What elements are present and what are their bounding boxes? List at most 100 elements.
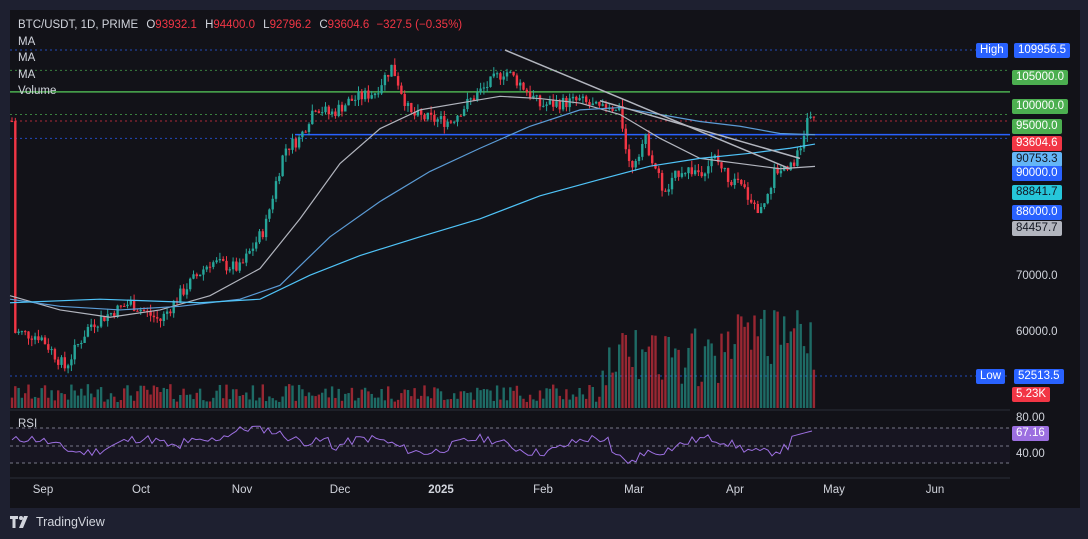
volume-bar — [235, 389, 238, 408]
candle-body — [614, 110, 618, 112]
volume-bar — [281, 396, 284, 408]
candle-body — [753, 202, 756, 204]
candle-body — [195, 274, 198, 277]
volume-bar — [238, 395, 241, 408]
volume-bar — [327, 397, 330, 408]
volume-bar — [647, 346, 651, 408]
rsi-value-tag: 67.16 — [1012, 426, 1049, 441]
volume-bar — [687, 347, 690, 408]
volume-bar — [449, 399, 453, 408]
volume-bar — [370, 393, 373, 408]
candle-body — [482, 87, 486, 89]
volume-bar — [763, 309, 766, 408]
volume-bar — [311, 395, 314, 408]
volume-bar — [693, 328, 697, 408]
volume-bar — [182, 388, 185, 408]
volume-bar — [146, 389, 149, 408]
tradingview-brand[interactable]: TradingView — [10, 515, 105, 529]
indicator-ma-3[interactable]: MA — [18, 67, 462, 84]
volume-bar — [505, 400, 509, 408]
high-value: 94400.0 — [213, 19, 255, 31]
volume-bar — [212, 397, 215, 408]
volume-bar — [215, 390, 218, 408]
volume-bar — [321, 392, 324, 408]
indicator-ma-2[interactable]: MA — [18, 50, 462, 67]
volume-bar — [106, 399, 109, 408]
candle-body — [766, 193, 769, 204]
volume-bar — [205, 401, 208, 408]
candle-body — [740, 179, 743, 185]
volume-bar — [786, 343, 789, 408]
volume-bar — [568, 399, 571, 408]
candle-body — [746, 187, 750, 200]
time-label-sep: Sep — [32, 484, 54, 496]
volume-bar — [736, 314, 740, 408]
candle-body — [63, 357, 66, 369]
indicator-volume[interactable]: Volume — [18, 83, 462, 100]
candle-body — [601, 104, 604, 106]
volume-bar — [66, 399, 70, 408]
candle-body — [466, 98, 469, 110]
volume-bar — [99, 387, 103, 408]
candle-body — [773, 167, 776, 188]
volume-bar — [83, 395, 86, 408]
volume-bar — [50, 390, 53, 408]
volume-bar — [109, 393, 113, 408]
volume-bar — [746, 322, 750, 408]
volume-bar — [57, 390, 60, 408]
volume-bar — [707, 339, 710, 408]
candle-body — [162, 313, 165, 322]
volume-bar — [119, 400, 123, 408]
price-tick-70000: 70000.0 — [1016, 270, 1058, 282]
candle-body — [202, 269, 205, 275]
volume-bar — [136, 391, 139, 408]
volume-bar — [396, 399, 400, 408]
volume-bar — [558, 395, 561, 408]
volume-bar — [476, 387, 479, 408]
candle-body — [581, 96, 585, 99]
candle-body — [674, 170, 677, 178]
volume-bar — [750, 349, 753, 408]
candle-body — [182, 288, 185, 295]
rsi-tick-40: 40.00 — [1016, 448, 1045, 460]
candle-body — [486, 86, 489, 88]
low-marker-value: 52513.5 — [1014, 369, 1064, 384]
tradingview-logo-icon — [10, 516, 28, 528]
volume-bar — [604, 385, 608, 408]
candle-body — [47, 344, 50, 350]
volume-bar — [70, 384, 73, 408]
volume-bar — [776, 311, 779, 408]
volume-bar — [759, 318, 763, 408]
price-tag-95000-0: 95000.0 — [1012, 119, 1062, 134]
candle-body — [317, 111, 321, 113]
volume-bar — [195, 392, 198, 408]
candle-body — [644, 134, 647, 144]
volume-bar — [245, 392, 248, 408]
volume-bar — [525, 401, 528, 408]
volume-bar — [555, 388, 558, 408]
volume-bar — [552, 384, 555, 408]
candle-body — [314, 110, 317, 112]
volume-bar — [459, 391, 462, 408]
candle-body — [509, 71, 512, 73]
candle-body — [40, 337, 43, 341]
candle-body — [268, 209, 271, 219]
volume-bar — [172, 398, 175, 408]
volume-bar — [779, 344, 783, 408]
price-tag-88000-0: 88000.0 — [1012, 205, 1062, 220]
volume-bar — [710, 343, 713, 408]
volume-bar — [301, 389, 304, 408]
rsi-indicator-label[interactable]: RSI — [18, 418, 37, 430]
candle-body — [281, 155, 284, 177]
volume-bar — [591, 387, 594, 408]
volume-bar — [720, 333, 723, 408]
time-label-mar: Mar — [624, 484, 644, 496]
candle-body — [337, 104, 340, 116]
time-label-jun: Jun — [925, 484, 945, 496]
volume-bar — [350, 387, 354, 408]
time-label-nov: Nov — [231, 484, 253, 496]
indicator-ma-1[interactable]: MA — [18, 34, 462, 51]
symbol-label[interactable]: BTC/USDT, 1D, PRIME — [18, 19, 138, 31]
candle-body — [594, 101, 598, 104]
candle-body — [750, 199, 753, 203]
